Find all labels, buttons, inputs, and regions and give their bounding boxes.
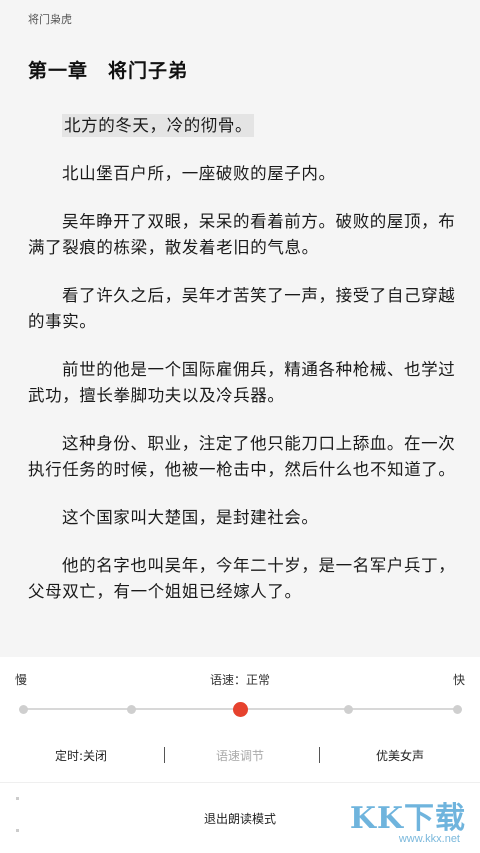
fast-label: 快 [452,673,465,687]
chapter-content: 北方的冬天，冷的彻骨。 北山堡百户所，一座破败的屋子内。 吴年睁开了双眼，呆呆的… [28,113,458,627]
paragraph-highlighted: 北方的冬天，冷的彻骨。 [28,113,458,139]
reading-highlight: 北方的冬天，冷的彻骨。 [62,114,255,137]
speed-status: 语速：正常 [209,673,270,687]
watermark-url: www.kkx.net [398,833,460,845]
paragraph: 他的名字也叫吴年，今年二十岁，是一名军户兵丁，父母双亡，有一个姐姐已经嫁人了。 [28,556,456,601]
slider-thumb[interactable] [232,701,248,717]
options-row: 定时:关闭 语速调节 优美女声 [0,747,480,767]
speed-slider[interactable] [18,701,462,717]
divider [319,747,320,763]
speed-row: 慢 语速：正常 快 [0,671,480,691]
site-watermark: KK下载 www.kkx.net [346,793,466,849]
paragraph: 看了许久之后，吴年才苦笑了一声，接受了自己穿越的事实。 [28,286,456,331]
corner-mark [16,797,19,800]
slider-step-dot[interactable] [127,704,136,714]
voice-select-button[interactable]: 优美女声 [376,747,424,764]
paragraph: 这种身份、职业，注定了他只能刀口上舔血。在一次执行任务的时候，他被一枪击中，然后… [28,434,456,479]
book-title: 将门枭虎 [28,13,72,26]
paragraph: 北山堡百户所，一座破败的屋子内。 [62,164,336,183]
slider-step-dot[interactable] [452,704,462,714]
paragraph: 前世的他是一个国际雇佣兵，精通各种枪械、也学过武功，擅长拳脚功夫以及冷兵器。 [28,360,456,405]
slider-step-dot[interactable] [18,704,28,714]
paragraph: 这个国家叫大楚国，是封建社会。 [62,508,319,527]
paragraph: 吴年睁开了双眼，呆呆的看着前方。破败的屋顶，布满了裂痕的栋梁，散发着老旧的气息。 [28,212,456,257]
watermark-logo: KK下载 [349,801,466,836]
slider-step-dot[interactable] [344,704,353,714]
reader-view: 将门枭虎 第一章 将门子弟 北方的冬天，冷的彻骨。 北山堡百户所，一座破败的屋子… [0,0,480,657]
corner-mark [16,829,19,832]
chapter-title: 第一章 将门子弟 [28,60,189,82]
